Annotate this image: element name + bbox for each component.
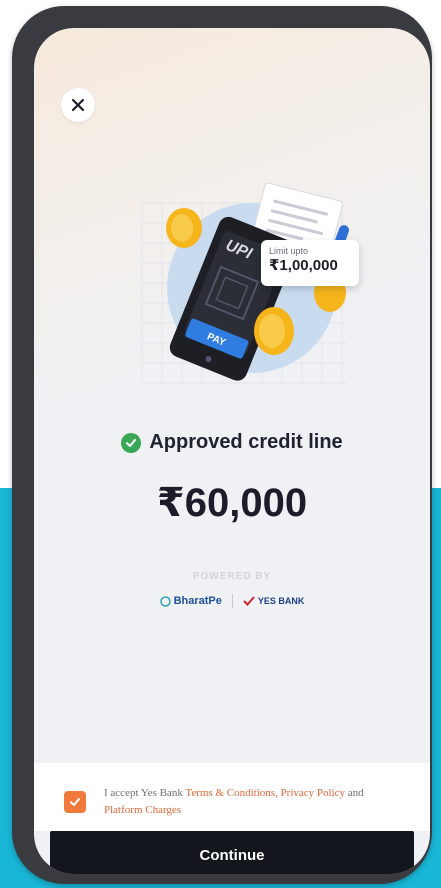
- credit-illustration: PAY UPI: [141, 183, 349, 384]
- checkmark-icon: [70, 798, 80, 806]
- consent-middle: and: [345, 787, 364, 799]
- yesbank-text: YES BANK: [257, 596, 305, 606]
- bharatpe-logo: BharatPe: [159, 595, 222, 607]
- continue-button[interactable]: Continue: [50, 831, 414, 874]
- yesbank-tick-icon: [243, 596, 255, 606]
- consent-section: I accept Yes Bank Terms & Conditions, Pr…: [34, 763, 430, 831]
- bharatpe-mark-icon: [159, 595, 171, 607]
- credit-amount: ₹60,000: [156, 481, 308, 525]
- limit-value: ₹1,00,000: [269, 257, 338, 274]
- phone-frame: PAY UPI Limit upto ₹1,00,000 Approved cr…: [12, 6, 432, 884]
- consent-checkbox[interactable]: [64, 791, 86, 813]
- limit-caption: Limit upto: [269, 246, 309, 256]
- platform-charges-link[interactable]: Platform Charges: [104, 804, 181, 816]
- approved-label: Approved credit line: [149, 431, 343, 453]
- partner-logos: BharatPe YES BANK: [34, 594, 430, 608]
- phone-screen: PAY UPI Limit upto ₹1,00,000 Approved cr…: [34, 28, 430, 874]
- logo-divider: [231, 594, 233, 608]
- consent-text: I accept Yes Bank Terms & Conditions, Pr…: [104, 785, 404, 819]
- terms-link[interactable]: Terms & Conditions, Privacy Policy: [185, 787, 345, 799]
- close-icon: [71, 98, 85, 112]
- bharatpe-text: BharatPe: [173, 595, 222, 607]
- stage: PAY UPI Limit upto ₹1,00,000 Approved cr…: [0, 0, 441, 888]
- approved-status: Approved credit line: [34, 431, 430, 454]
- close-button[interactable]: [61, 88, 95, 122]
- yesbank-logo: YES BANK: [243, 596, 305, 606]
- limit-card: Limit upto ₹1,00,000: [261, 240, 359, 286]
- check-circle-icon: [121, 432, 142, 453]
- powered-by-label: POWERED BY: [192, 571, 272, 582]
- consent-prefix: I accept Yes Bank: [104, 787, 186, 799]
